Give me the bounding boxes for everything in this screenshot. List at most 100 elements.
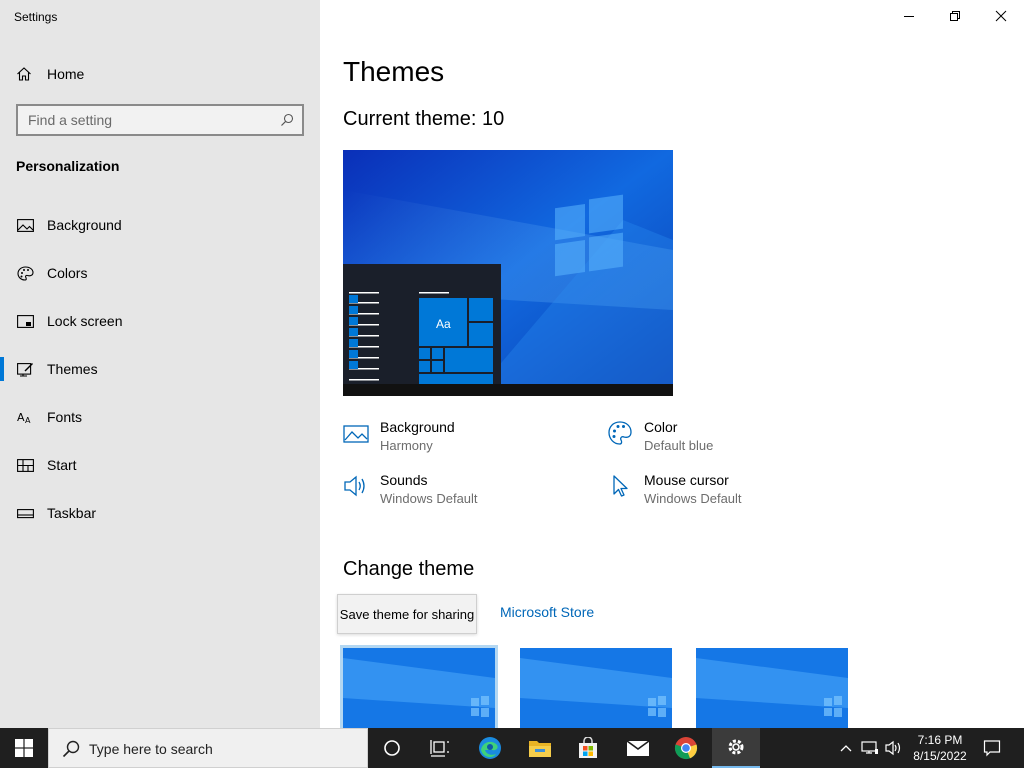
home-label: Home: [47, 66, 85, 82]
theme-thumbnail-image: [696, 648, 848, 728]
sidebar-item-lock-screen[interactable]: Lock screen: [0, 301, 320, 341]
sidebar-item-label: Lock screen: [47, 313, 123, 329]
chrome-icon: [674, 737, 698, 760]
volume-button[interactable]: [884, 738, 904, 758]
theme-thumbnail-image: [343, 648, 495, 728]
palette-icon: [16, 265, 34, 281]
sidebar-item-label: Start: [47, 457, 77, 473]
taskbar: Type here to search 7:16 PM 8/15/2022: [0, 728, 1024, 768]
palette-icon: [608, 421, 632, 445]
theme-thumbnail[interactable]: [696, 648, 848, 728]
svg-text:A: A: [17, 411, 25, 424]
section-title: Personalization: [16, 158, 120, 174]
clock-date: 8/15/2022: [913, 749, 967, 763]
home-icon: [17, 67, 31, 81]
sidebar-item-fonts[interactable]: AA Fonts: [0, 397, 320, 437]
close-icon: [995, 10, 1007, 22]
theme-background-link[interactable]: Background Harmony: [343, 418, 455, 456]
property-value: Default blue: [644, 438, 714, 453]
sidebar-item-label: Background: [47, 217, 122, 233]
property-title: Color: [644, 419, 678, 435]
theme-sounds-link[interactable]: Sounds Windows Default: [343, 471, 478, 509]
save-theme-tooltip: Save theme for sharing: [337, 594, 477, 634]
mail-icon: [626, 740, 650, 756]
show-hidden-icons-button[interactable]: [836, 738, 856, 758]
restore-icon: [950, 11, 960, 21]
store-button[interactable]: [564, 728, 612, 768]
theme-thumbnail[interactable]: [520, 648, 672, 728]
taskbar-search-box[interactable]: Type here to search: [48, 728, 368, 768]
sidebar-item-colors[interactable]: Colors: [0, 253, 320, 293]
settings-search-box[interactable]: [16, 104, 304, 136]
settings-taskbar-button[interactable]: [712, 728, 760, 768]
restore-button[interactable]: [932, 0, 978, 32]
network-icon: [861, 741, 878, 754]
lock-screen-icon: [16, 313, 34, 329]
store-icon: [579, 737, 597, 758]
property-value: Harmony: [380, 438, 433, 453]
themes-icon: [16, 361, 34, 377]
start-icon: [16, 457, 34, 473]
edge-icon: [479, 737, 501, 759]
windows-logo-icon: [15, 739, 33, 757]
picture-icon: [343, 425, 369, 443]
theme-thumbnail[interactable]: [340, 645, 498, 731]
svg-text:A: A: [25, 416, 31, 425]
sidebar-item-label: Fonts: [47, 409, 83, 425]
action-center-button[interactable]: [982, 738, 1002, 758]
notification-icon: [983, 740, 1001, 757]
cursor-icon: [613, 475, 628, 497]
sidebar-item-themes[interactable]: Themes: [0, 349, 320, 389]
chevron-up-icon: [840, 745, 852, 752]
sidebar: Settings Home Personalization Background…: [0, 0, 320, 728]
sidebar-item-background[interactable]: Background: [0, 205, 320, 245]
mail-button[interactable]: [614, 728, 662, 768]
sidebar-item-label: Colors: [47, 265, 88, 281]
minimize-icon: [904, 16, 914, 17]
property-title: Mouse cursor: [644, 472, 729, 488]
page-title: Themes: [343, 56, 445, 87]
property-title: Background: [380, 419, 455, 435]
task-view-icon: [430, 740, 449, 757]
sidebar-item-label: Themes: [47, 361, 98, 377]
clock[interactable]: 7:16 PM 8/15/2022: [908, 732, 972, 764]
preview-tile-label: Aa: [436, 317, 451, 331]
picture-icon: [16, 217, 34, 233]
search-icon: [62, 740, 80, 758]
theme-mouse-cursor-link[interactable]: Mouse cursor Windows Default: [607, 471, 742, 509]
property-value: Windows Default: [380, 491, 478, 506]
volume-icon: [885, 740, 901, 756]
file-explorer-button[interactable]: [516, 728, 564, 768]
file-explorer-icon: [529, 741, 551, 757]
cortana-button[interactable]: [368, 728, 416, 768]
cortana-icon: [384, 740, 400, 756]
start-button[interactable]: [0, 728, 48, 768]
taskbar-search-placeholder: Type here to search: [89, 741, 213, 757]
close-button[interactable]: [978, 0, 1024, 32]
app-title: Settings: [14, 10, 58, 24]
change-theme-heading: Change theme: [343, 558, 475, 580]
speaker-icon: [344, 475, 365, 497]
theme-preview: Aa: [343, 150, 673, 396]
theme-color-link[interactable]: Color Default blue: [607, 418, 713, 456]
edge-button[interactable]: [466, 728, 514, 768]
home-link[interactable]: Home: [16, 63, 84, 85]
task-view-button[interactable]: [416, 728, 464, 768]
chrome-button[interactable]: [662, 728, 710, 768]
fonts-icon: AA: [16, 409, 34, 425]
settings-icon: [728, 739, 744, 755]
sidebar-item-taskbar[interactable]: Taskbar: [0, 493, 320, 533]
settings-search-input[interactable]: [18, 106, 268, 134]
current-theme-heading: Current theme: 10: [343, 108, 505, 130]
taskbar-icon: [16, 505, 34, 521]
property-value: Windows Default: [644, 491, 742, 506]
sidebar-item-start[interactable]: Start: [0, 445, 320, 485]
search-icon[interactable]: [280, 113, 294, 127]
minimize-button[interactable]: [886, 0, 932, 32]
network-button[interactable]: [860, 738, 880, 758]
sidebar-item-label: Taskbar: [47, 505, 97, 521]
microsoft-store-link[interactable]: Microsoft Store: [500, 604, 594, 620]
clock-time: 7:16 PM: [917, 733, 963, 747]
property-title: Sounds: [380, 472, 428, 488]
theme-thumbnail-image: [520, 648, 672, 728]
